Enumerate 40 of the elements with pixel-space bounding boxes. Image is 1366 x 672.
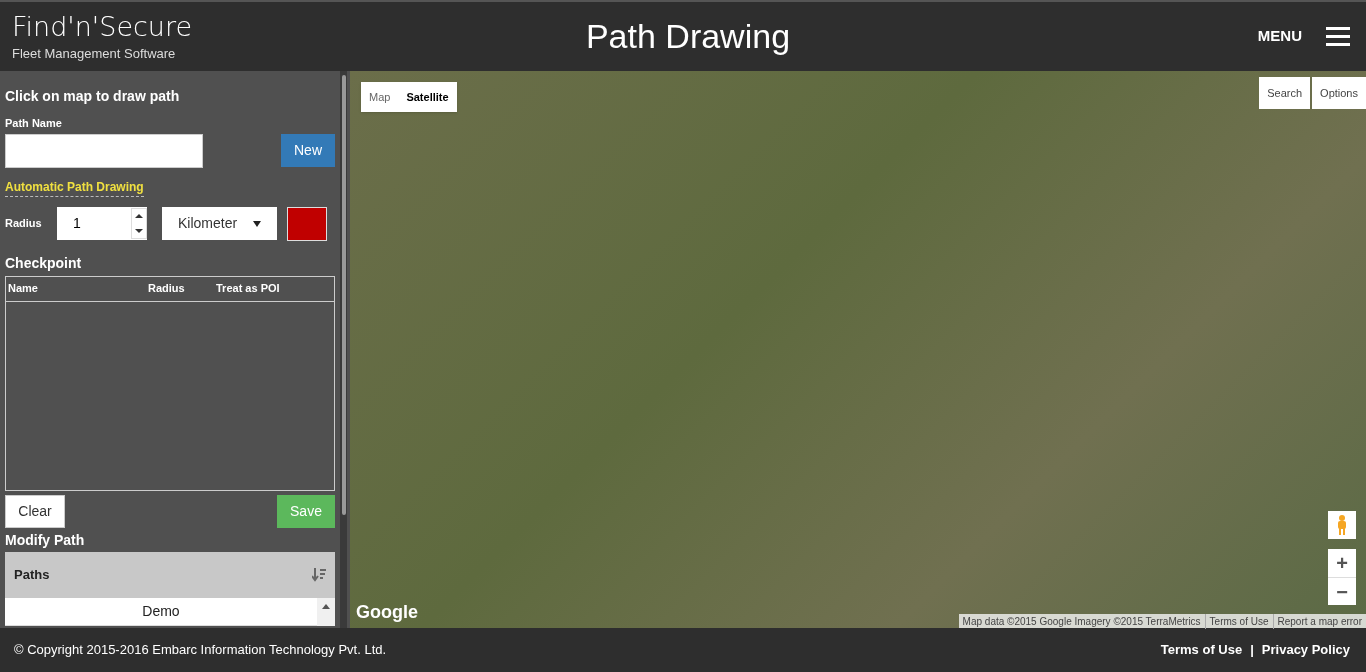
radius-value: 1 bbox=[72, 214, 82, 233]
unit-select[interactable]: Kilometer bbox=[162, 207, 277, 240]
footer-link[interactable]: Privacy Policy bbox=[1261, 640, 1350, 660]
sort-icon[interactable] bbox=[312, 567, 326, 582]
panel-heading: Click on map to draw path bbox=[5, 87, 181, 106]
options-button[interactable]: Options bbox=[1312, 77, 1366, 109]
zoom-in-button[interactable]: + bbox=[1328, 549, 1356, 577]
radius-input[interactable]: 1 bbox=[57, 207, 147, 240]
map-type-tab[interactable]: Map bbox=[361, 82, 399, 112]
radius-label: Radius bbox=[5, 216, 43, 232]
logo-title: Find'n'Secure bbox=[12, 11, 194, 42]
scroll-up-icon[interactable] bbox=[322, 603, 330, 609]
menu-label[interactable]: MENU bbox=[1257, 25, 1302, 48]
menu-icon[interactable] bbox=[1326, 26, 1350, 47]
satellite-map[interactable]: Map Satellite Search Options + − Google Map data ©2015 Google Imagery ©2015 TerraMetrics Terms of Use Report a map error bbox=[350, 71, 1366, 628]
copyright-text: © Copyright 2015-2016 Embarc Information Technology Pvt. Ltd. bbox=[14, 641, 387, 660]
field-label: Path Name bbox=[5, 116, 63, 131]
person-icon bbox=[1336, 515, 1348, 535]
separator: | bbox=[1250, 641, 1254, 660]
section-heading: Modify Path bbox=[5, 530, 86, 550]
map-type-tab[interactable]: Satellite bbox=[398, 82, 457, 112]
section-heading: Checkpoint bbox=[5, 253, 83, 273]
color-swatch[interactable] bbox=[287, 206, 327, 241]
map-attribution: Map data ©2015 Google Imagery ©2015 TerraMetrics bbox=[961, 614, 1202, 629]
caret-icon bbox=[253, 220, 261, 227]
column-header: Name bbox=[8, 281, 39, 297]
new-button[interactable]: New bbox=[281, 134, 335, 167]
paths-title: Paths bbox=[14, 565, 50, 584]
footer-link[interactable]: Terms of Use bbox=[1160, 640, 1243, 660]
zoom-out-button[interactable]: − bbox=[1328, 577, 1356, 605]
map-logo: Google bbox=[356, 601, 418, 624]
auto-path-link[interactable]: Automatic Path Drawing bbox=[5, 177, 144, 197]
page-title: Path Drawing bbox=[584, 16, 791, 57]
search-button[interactable]: Search bbox=[1259, 77, 1311, 109]
column-header: Radius bbox=[148, 281, 186, 297]
spinner-icon[interactable] bbox=[131, 208, 147, 239]
clear-button[interactable]: Clear bbox=[5, 494, 65, 528]
logo-subtitle: Fleet Management Software bbox=[12, 45, 177, 62]
column-header: Treat as POI bbox=[216, 281, 280, 297]
path-name-input[interactable] bbox=[5, 133, 203, 168]
